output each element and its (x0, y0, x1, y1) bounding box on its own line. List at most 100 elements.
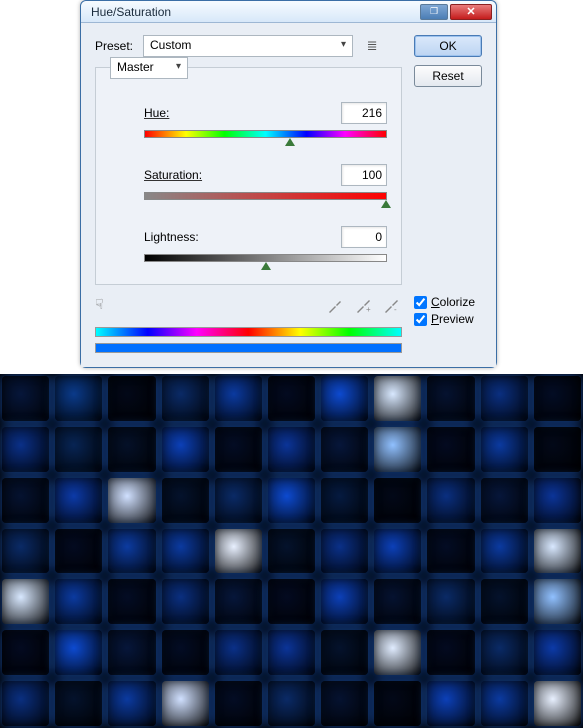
grid-cell (534, 376, 581, 421)
grid-cell (162, 630, 209, 675)
window-restore-button[interactable]: ❐ (420, 4, 448, 20)
grid-cell (162, 681, 209, 726)
grid-cell (481, 681, 528, 726)
grid-cell (427, 478, 474, 523)
grid-cell (374, 579, 421, 624)
grid-cell (108, 579, 155, 624)
grid-cell (427, 427, 474, 472)
colorize-checkbox-row[interactable]: Colorize (414, 295, 482, 309)
saturation-label: Saturation: (144, 168, 202, 182)
hue-track[interactable] (144, 130, 387, 138)
titlebar[interactable]: Hue/Saturation ❐ ✕ (81, 1, 496, 23)
grid-cell (268, 478, 315, 523)
grid-cell (215, 478, 262, 523)
grid-cell (2, 427, 49, 472)
grid-cell (2, 579, 49, 624)
grid-cell (534, 478, 581, 523)
window-close-button[interactable]: ✕ (450, 4, 492, 20)
grid-cell (481, 529, 528, 574)
eyedropper-icon[interactable] (324, 295, 346, 317)
grid-cell (108, 427, 155, 472)
hue-saturation-dialog: Hue/Saturation ❐ ✕ Preset: Custom ≣ Mast… (80, 0, 497, 368)
reset-button[interactable]: Reset (414, 65, 482, 87)
grid-cell (2, 376, 49, 421)
hue-row: Hue: (104, 102, 393, 138)
preview-image (0, 374, 583, 728)
preview-label: Preview (431, 312, 474, 326)
grid-cell (481, 630, 528, 675)
preview-checkbox-row[interactable]: Preview (414, 312, 482, 326)
grid-cell (321, 579, 368, 624)
grid-cell (534, 529, 581, 574)
preset-label: Preset: (95, 39, 133, 53)
grid-cell (321, 376, 368, 421)
grid-cell (215, 529, 262, 574)
grid-cell (534, 579, 581, 624)
grid-cell (162, 579, 209, 624)
grid-cell (374, 376, 421, 421)
grid-cell (2, 478, 49, 523)
grid-cell (108, 376, 155, 421)
lightness-track[interactable] (144, 254, 387, 262)
preset-select[interactable]: Custom (143, 35, 353, 57)
grid-cell (55, 376, 102, 421)
grid-cell (55, 579, 102, 624)
channel-value: Master (117, 60, 154, 74)
grid-cell (162, 529, 209, 574)
preview-checkbox[interactable] (414, 313, 427, 326)
saturation-track[interactable] (144, 192, 387, 200)
saturation-thumb[interactable] (381, 200, 391, 208)
grid-cell (108, 630, 155, 675)
grid-cell (55, 478, 102, 523)
grid-cell (374, 427, 421, 472)
ok-button[interactable]: OK (414, 35, 482, 57)
lightness-label: Lightness: (144, 230, 199, 244)
window-title: Hue/Saturation (91, 5, 418, 19)
result-hue-bar (95, 343, 402, 353)
colorize-label: Colorize (431, 295, 475, 309)
channel-select[interactable]: Master (110, 57, 188, 79)
preset-value: Custom (150, 38, 191, 52)
grid-cell (268, 579, 315, 624)
grid-cell (321, 681, 368, 726)
svg-text:+: + (366, 305, 371, 314)
saturation-input[interactable] (341, 164, 387, 186)
hand-tool-icon[interactable]: ☟ (95, 296, 115, 316)
grid-cell (374, 529, 421, 574)
grid-cell (534, 681, 581, 726)
saturation-row: Saturation: (104, 164, 393, 200)
grid-cell (268, 681, 315, 726)
preset-menu-icon[interactable]: ≣ (363, 37, 381, 55)
grid-cell (55, 630, 102, 675)
grid-cell (321, 427, 368, 472)
grid-cell (215, 427, 262, 472)
grid-cell (108, 529, 155, 574)
hue-thumb[interactable] (285, 138, 295, 146)
grid-cell (215, 681, 262, 726)
hue-label: Hue: (144, 106, 169, 120)
grid-cell (162, 427, 209, 472)
eyedropper-add-icon[interactable]: + (352, 295, 374, 317)
grid-cell (321, 478, 368, 523)
dialog-body: Preset: Custom ≣ Master Hue: (81, 23, 496, 367)
grid-cell (374, 478, 421, 523)
grid-cell (427, 529, 474, 574)
grid-cell (481, 478, 528, 523)
colorize-checkbox[interactable] (414, 296, 427, 309)
lightness-thumb[interactable] (261, 262, 271, 270)
svg-text:-: - (394, 305, 397, 314)
grid-cell (268, 630, 315, 675)
grid-cell (481, 376, 528, 421)
grid-cell (374, 630, 421, 675)
grid-cell (215, 630, 262, 675)
source-hue-bar (95, 327, 402, 337)
lightness-row: Lightness: (104, 226, 393, 262)
grid-cell (427, 579, 474, 624)
grid-cell (534, 630, 581, 675)
lightness-input[interactable] (341, 226, 387, 248)
grid-cell (427, 681, 474, 726)
grid-cell (55, 681, 102, 726)
eyedropper-subtract-icon[interactable]: - (380, 295, 402, 317)
grid-cell (215, 579, 262, 624)
hue-input[interactable] (341, 102, 387, 124)
